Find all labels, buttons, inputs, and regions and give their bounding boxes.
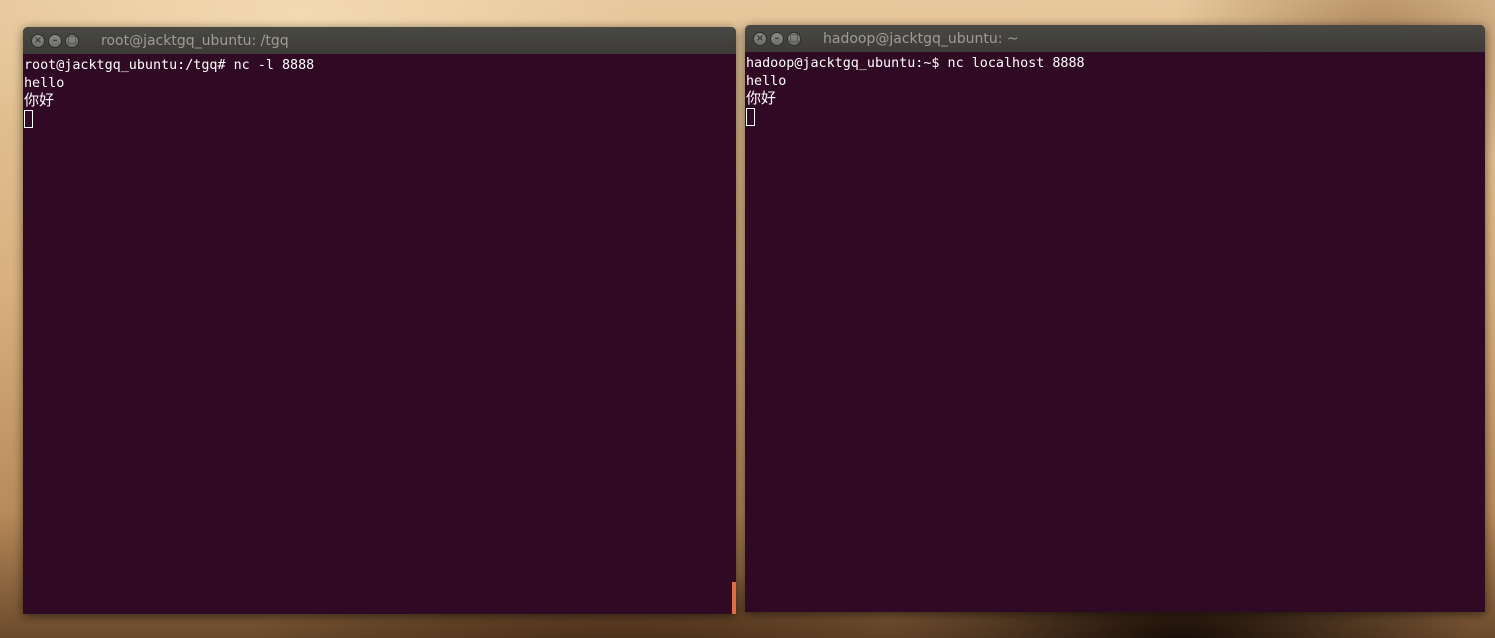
minimize-icon[interactable]: – [48, 33, 62, 48]
window-title: root@jacktgq_ubuntu: /tgq [101, 32, 289, 49]
window-controls: × – □ [753, 31, 801, 46]
maximize-icon[interactable]: □ [65, 33, 79, 48]
terminal-line: 你好 [746, 89, 777, 107]
window-title: hadoop@jacktgq_ubuntu: ~ [823, 30, 1019, 47]
terminal-line: hadoop@jacktgq_ubuntu:~$ nc localhost 88… [746, 56, 1085, 71]
terminal-line: root@jacktgq_ubuntu:/tgq# nc -l 8888 [24, 58, 315, 73]
text-cursor [746, 107, 755, 126]
close-icon[interactable]: × [753, 31, 767, 46]
terminal-window-root[interactable]: × – □ root@jacktgq_ubuntu: /tgq root@jac… [23, 27, 736, 614]
window-controls: × – □ [31, 33, 79, 48]
terminal-line: 你好 [24, 91, 55, 109]
scroll-indicator[interactable] [732, 582, 736, 614]
terminal-prompt-line [746, 107, 1484, 126]
text-cursor [24, 109, 33, 128]
terminal-window-hadoop[interactable]: × – □ hadoop@jacktgq_ubuntu: ~ hadoop@ja… [745, 25, 1485, 612]
minimize-icon[interactable]: – [770, 31, 784, 46]
window-titlebar[interactable]: × – □ hadoop@jacktgq_ubuntu: ~ [745, 25, 1485, 52]
window-titlebar[interactable]: × – □ root@jacktgq_ubuntu: /tgq [23, 27, 736, 54]
terminal-prompt-line [24, 109, 735, 128]
terminal-output[interactable]: root@jacktgq_ubuntu:/tgq# nc -l 8888 hel… [23, 54, 736, 128]
close-icon[interactable]: × [31, 33, 45, 48]
terminal-line: hello [746, 73, 787, 89]
terminal-line: hello [24, 75, 65, 91]
terminal-output[interactable]: hadoop@jacktgq_ubuntu:~$ nc localhost 88… [745, 52, 1485, 126]
maximize-icon[interactable]: □ [787, 31, 801, 46]
